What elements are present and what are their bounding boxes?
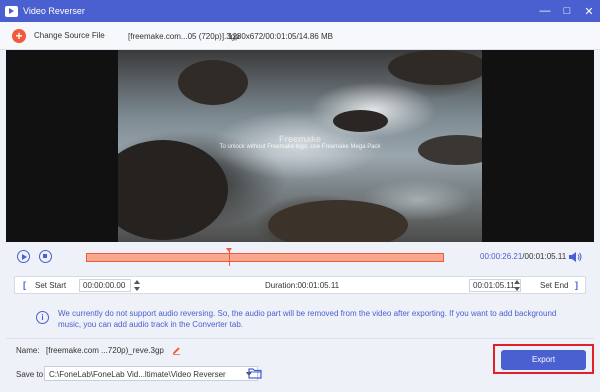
end-time-stepper[interactable] <box>513 280 521 292</box>
playhead-marker[interactable] <box>226 248 232 266</box>
close-icon[interactable]: ✕ <box>578 0 600 22</box>
save-path-select[interactable]: C:\FoneLab\FoneLab Vid...ltimate\Video R… <box>44 366 258 381</box>
video-preview-area: Freemake To unlock without Freemake logo… <box>6 50 594 242</box>
video-rock-shape <box>178 60 248 105</box>
output-name-value: [freemake.com ...720p)_reve.3gp <box>46 346 164 355</box>
video-rock-shape <box>268 200 408 242</box>
video-rock-shape <box>388 50 482 85</box>
app-logo-icon <box>5 5 18 17</box>
export-button[interactable]: Export <box>501 350 586 370</box>
plus-icon: + <box>12 28 26 43</box>
output-name-row: Name: [freemake.com ...720p)_reve.3gp <box>16 346 181 355</box>
change-source-button[interactable]: + Change Source File <box>12 28 105 43</box>
divider <box>6 338 594 339</box>
source-file-name: [freemake.com...05 (720p)].3gp <box>128 32 240 41</box>
video-rock-shape <box>118 140 228 240</box>
video-frame: Freemake To unlock without Freemake logo… <box>118 50 482 242</box>
folder-icon[interactable] <box>248 367 262 379</box>
notice-text: We currently do not support audio revers… <box>58 309 557 329</box>
current-time: 00:00:26.21 <box>480 252 523 261</box>
start-time-stepper[interactable] <box>133 280 141 292</box>
stop-button[interactable] <box>39 250 52 263</box>
watermark-logo: Freemake <box>278 134 322 144</box>
video-rock-shape <box>333 110 388 132</box>
start-bracket-icon: [ <box>23 280 26 290</box>
edit-icon[interactable] <box>172 346 181 355</box>
timeline-track[interactable] <box>86 248 444 266</box>
time-readout: 00:00:26.21/00:01:05.11 <box>480 252 566 261</box>
window-title: Video Reverser <box>23 6 85 16</box>
source-file-info: 1280x672/00:01:05/14.86 MB <box>228 32 333 41</box>
set-end-button[interactable]: Set End <box>540 281 568 290</box>
watermark-text: To unlock without Freemake logo, use Fre… <box>219 144 381 150</box>
total-time: /00:01:05.11 <box>522 252 567 261</box>
end-bracket-icon: ] <box>575 280 578 290</box>
play-button[interactable] <box>17 250 30 263</box>
export-highlight-frame: Export <box>493 344 594 374</box>
maximize-icon[interactable]: □ <box>556 0 578 22</box>
name-label: Name: <box>16 346 40 355</box>
set-start-button[interactable]: Set Start <box>35 281 66 290</box>
duration-label: Duration:00:01:05.11 <box>265 281 340 290</box>
trim-bar: [ Set Start 00:00:00.00 Duration:00:01:0… <box>14 276 586 294</box>
title-bar: Video Reverser — □ ✕ <box>0 0 600 22</box>
window-controls: — □ ✕ <box>534 0 600 22</box>
info-icon: i <box>36 311 49 324</box>
minimize-icon[interactable]: — <box>534 0 556 22</box>
volume-icon[interactable] <box>568 251 582 263</box>
timeline-row: 00:00:26.21/00:01:05.11 <box>6 246 594 268</box>
start-time-field[interactable]: 00:00:00.00 <box>79 279 131 292</box>
save-path-value: C:\FoneLab\FoneLab Vid...ltimate\Video R… <box>49 370 226 379</box>
toolbar: + Change Source File [freemake.com...05 … <box>0 22 600 50</box>
change-source-label: Change Source File <box>34 31 105 40</box>
